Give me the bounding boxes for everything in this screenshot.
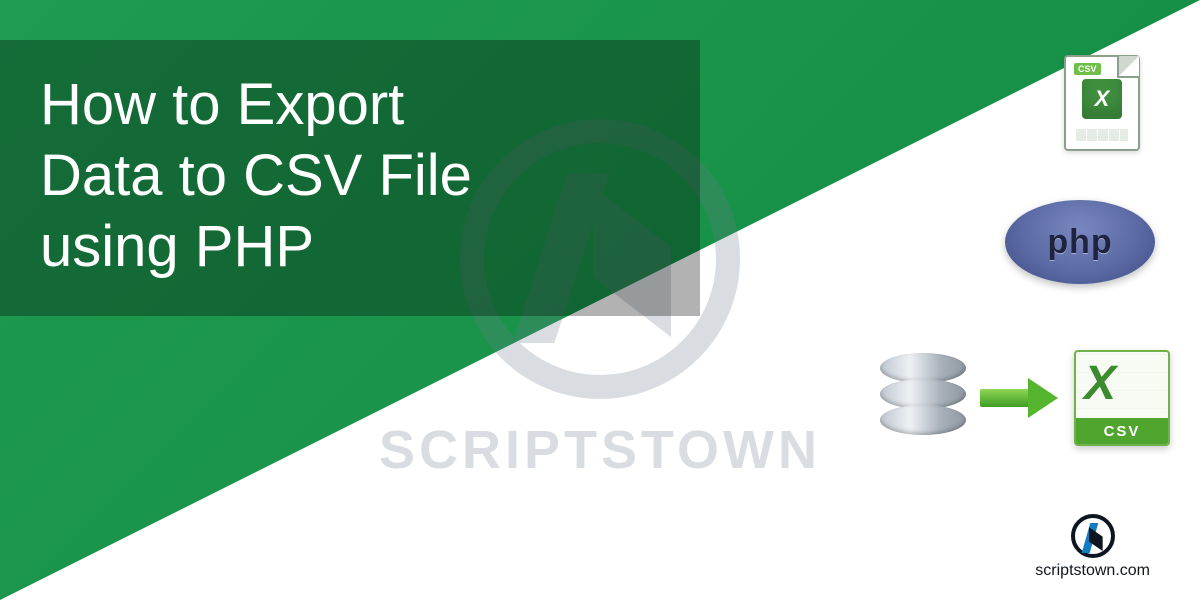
- page-fold-icon: [1117, 56, 1139, 78]
- scriptstown-logo-small-icon: [1071, 514, 1115, 558]
- title-line-3: using PHP: [40, 214, 314, 279]
- banner-title: How to Export Data to CSV File using PHP: [40, 70, 660, 282]
- excel-x-mark-icon: X: [1082, 79, 1122, 119]
- csv-band-label: CSV: [1076, 418, 1168, 444]
- title-line-1: How to Export: [40, 72, 404, 137]
- title-panel: How to Export Data to CSV File using PHP: [0, 40, 700, 316]
- spreadsheet-grid-icon: [1076, 129, 1128, 141]
- csv-label-tab: CSV: [1074, 63, 1101, 75]
- csv-document-icon: CSV X: [1064, 55, 1140, 151]
- brand-url-text: scriptstown.com: [1035, 562, 1150, 580]
- banner-canvas: SCRIPTSTOWN How to Export Data to CSV Fi…: [0, 0, 1200, 600]
- db-to-csv-group: X CSV: [880, 350, 1170, 446]
- php-ellipse-icon: php: [1005, 200, 1155, 284]
- php-label: php: [1047, 223, 1112, 262]
- php-logo-icon: php: [1005, 200, 1155, 284]
- watermark-text: SCRIPTSTOWN: [379, 419, 821, 481]
- csv-spreadsheet-icon: X CSV: [1074, 350, 1170, 446]
- export-arrow-icon: [980, 378, 1060, 418]
- excel-x-icon: X: [1084, 356, 1116, 411]
- database-icon: [880, 353, 966, 443]
- title-line-2: Data to CSV File: [40, 143, 472, 208]
- scriptstown-brand-small: scriptstown.com: [1035, 514, 1150, 580]
- csv-file-icon: CSV X: [1064, 55, 1140, 151]
